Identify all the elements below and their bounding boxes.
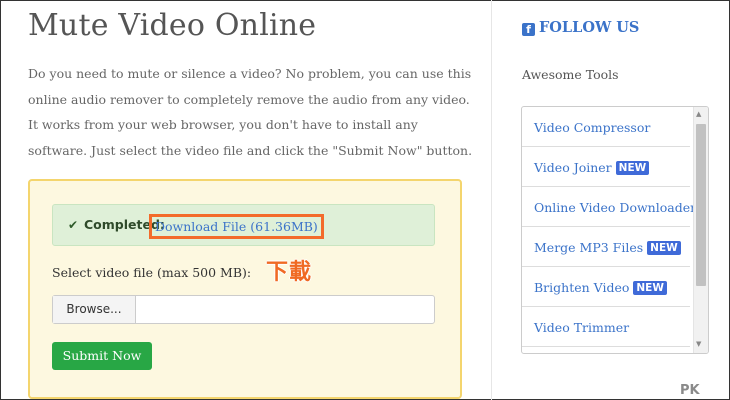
- follow-us-label: FOLLOW US: [539, 19, 640, 36]
- browse-button[interactable]: Browse...: [53, 296, 136, 323]
- scroll-up-icon[interactable]: ▲: [696, 110, 701, 118]
- tool-label[interactable]: Online Video Downloader: [534, 200, 696, 215]
- tool-item-online-video-downloader[interactable]: Online Video Downloader: [522, 187, 696, 227]
- submit-now-button[interactable]: Submit Now: [52, 342, 152, 370]
- file-input[interactable]: Browse...: [52, 295, 435, 324]
- scroll-down-icon[interactable]: ▼: [696, 340, 701, 348]
- awesome-tools-heading: Awesome Tools: [522, 67, 619, 82]
- page-title: Mute Video Online: [28, 8, 317, 43]
- scrollbar-thumb[interactable]: [696, 124, 706, 286]
- check-icon: ✔: [68, 218, 79, 232]
- download-file-link[interactable]: Download File (61.36MB): [149, 214, 324, 239]
- new-badge: NEW: [647, 241, 681, 255]
- watermark-logo: PK: [680, 383, 700, 398]
- tool-label[interactable]: Merge MP3 Files: [534, 240, 643, 255]
- tool-label[interactable]: Video Trimmer: [534, 320, 629, 335]
- tool-item-video-trimmer[interactable]: Video Trimmer: [522, 307, 690, 347]
- tool-label[interactable]: Video Compressor: [534, 120, 650, 135]
- new-badge: NEW: [615, 161, 650, 175]
- tools-list: Video Compressor Video Joiner NEW Online …: [521, 106, 709, 354]
- follow-us-heading: f FOLLOW US: [522, 19, 639, 36]
- upload-panel: ✔ Completed: Download File (61.36MB) 下載 …: [28, 179, 462, 399]
- tool-item-video-compressor[interactable]: Video Compressor: [522, 107, 690, 147]
- completed-alert: ✔ Completed: Download File (61.36MB): [52, 204, 435, 246]
- sidebar: f FOLLOW US Awesome Tools Video Compresso…: [492, 0, 730, 400]
- new-badge: NEW: [633, 281, 667, 295]
- tools-scrollbar[interactable]: ▲ ▼: [693, 107, 708, 353]
- facebook-icon[interactable]: f: [522, 23, 535, 36]
- select-file-label: Select video file (max 500 MB):: [52, 265, 252, 280]
- tool-item-merge-mp3-files[interactable]: Merge MP3 Files NEW: [522, 227, 690, 267]
- download-annotation: 下載: [266, 260, 313, 285]
- tool-item-brighten-video[interactable]: Brighten Video NEW: [522, 267, 690, 307]
- tool-item-video-joiner[interactable]: Video Joiner NEW: [522, 147, 690, 187]
- main-content: Mute Video Online Do you need to mute or…: [0, 0, 492, 400]
- tool-label[interactable]: Video Joiner: [534, 160, 612, 175]
- page-description: Do you need to mute or silence a video? …: [28, 66, 473, 158]
- tool-label[interactable]: Brighten Video: [534, 280, 629, 295]
